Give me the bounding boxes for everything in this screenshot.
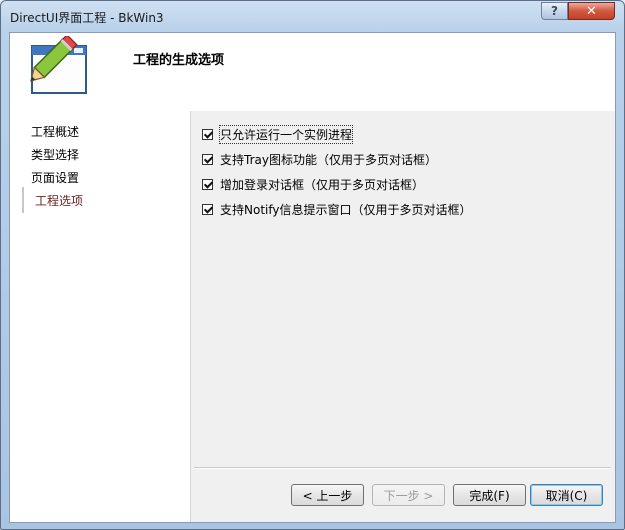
single-instance-checkbox[interactable] [202,128,213,140]
login-dialog-checkbox[interactable] [202,178,213,190]
notify-window-checkbox[interactable] [202,203,213,215]
title-bar[interactable]: DirectUI界面工程 - BkWin3 ? ✕ [1,1,624,32]
option-notify-window[interactable]: 支持Notify信息提示窗口（仅用于多页对话框） [202,200,471,218]
nav-divider [190,111,191,522]
next-button[interactable]: 下一步 > [372,484,445,506]
wizard-nav-panel: 工程概述 类型选择 页面设置 工程选项 [10,111,190,522]
window-title: DirectUI界面工程 - BkWin3 [10,11,164,25]
option-label: 只允许运行一个实例进程 [218,124,354,144]
option-label: 支持Tray图标功能（仅用于多页对话框） [220,152,437,167]
option-label: 增加登录对话框（仅用于多页对话框） [220,177,425,192]
help-icon: ? [551,4,558,18]
option-tray-icon[interactable]: 支持Tray图标功能（仅用于多页对话框） [202,150,437,168]
button-separator [194,467,611,469]
option-single-instance[interactable]: 只允许运行一个实例进程 [202,124,354,144]
close-icon: ✕ [586,3,597,19]
option-login-dialog[interactable]: 增加登录对话框（仅用于多页对话框） [202,175,424,193]
wizard-window: DirectUI界面工程 - BkWin3 ? ✕ 工程的生成选项 工程概述 类… [0,0,625,530]
close-button[interactable]: ✕ [568,2,615,20]
wizard-client-area: 工程的生成选项 工程概述 类型选择 页面设置 工程选项 只允许运行一个实例进程 … [9,32,616,523]
nav-item-project-options[interactable]: 工程选项 [35,192,83,210]
active-nav-marker [22,187,24,213]
nav-item-page-settings[interactable]: 页面设置 [31,169,79,187]
help-button[interactable]: ? [541,2,568,20]
option-label: 支持Notify信息提示窗口（仅用于多页对话框） [220,202,472,217]
nav-item-type[interactable]: 类型选择 [31,146,79,164]
nav-item-overview[interactable]: 工程概述 [31,123,79,141]
cancel-button[interactable]: 取消(C) [530,484,603,506]
prev-button[interactable]: < 上一步 [291,484,364,506]
finish-button[interactable]: 完成(F) [453,484,526,506]
tray-icon-checkbox[interactable] [202,153,213,165]
page-title: 工程的生成选项 [133,53,225,68]
wizard-header: 工程的生成选项 [10,33,615,111]
pencil-window-icon [30,36,87,94]
